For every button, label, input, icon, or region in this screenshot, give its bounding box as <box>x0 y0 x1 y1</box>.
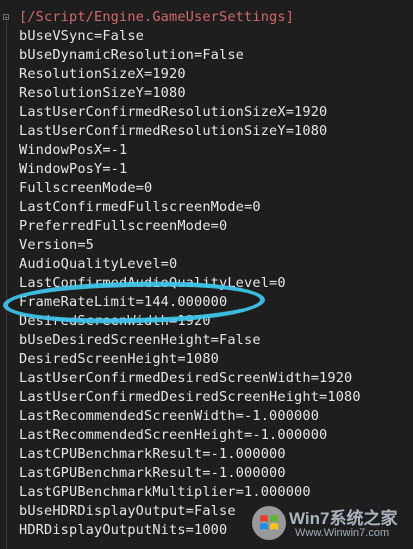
code-line: LastCPUBenchmarkResult=-1.000000 <box>19 446 286 463</box>
section-header: [/Script/Engine.GameUserSettings] <box>19 9 295 25</box>
code-line: FullscreenMode=0 <box>19 180 153 197</box>
code-line: LastConfirmedAudioQualityLevel=0 <box>19 275 286 292</box>
ini-editor: [/Script/Engine.GameUserSettings] bUseVS… <box>0 0 413 549</box>
code-line: bUseDesiredScreenHeight=False <box>19 332 261 349</box>
code-line: LastUserConfirmedDesiredScreenHeight=108… <box>19 389 361 406</box>
collapse-icon[interactable] <box>3 14 9 20</box>
code-line: bUseDynamicResolution=False <box>19 47 245 64</box>
code-line: ResolutionSizeX=1920 <box>19 66 186 83</box>
code-line: LastGPUBenchmarkResult=-1.000000 <box>19 465 286 482</box>
code-line: LastRecommendedScreenHeight=-1.000000 <box>19 427 328 444</box>
code-line: AudioQualityLevel=0 <box>19 256 178 273</box>
code-line: LastConfirmedFullscreenMode=0 <box>19 199 261 216</box>
code-line-highlighted: FrameRateLimit=144.000000 <box>19 294 228 311</box>
code-line: PreferredFullscreenMode=0 <box>19 218 228 235</box>
code-line: bUseVSync=False <box>19 28 145 45</box>
fold-gutter <box>0 0 14 549</box>
indent-guide <box>6 22 7 549</box>
code-line: LastGPUBenchmarkMultiplier=1.000000 <box>19 484 311 501</box>
code-line: LastUserConfirmedDesiredScreenWidth=1920 <box>19 370 353 387</box>
code-line: HDRDisplayOutputNits=1000 <box>19 522 228 539</box>
code-line: LastRecommendedScreenWidth=-1.000000 <box>19 408 320 425</box>
code-lines[interactable]: [/Script/Engine.GameUserSettings] bUseVS… <box>19 8 361 540</box>
code-line: bUseHDRDisplayOutput=False <box>19 503 236 520</box>
code-line: DesiredScreenHeight=1080 <box>19 351 220 368</box>
code-line: WindowPosX=-1 <box>19 142 128 159</box>
code-line: Version=5 <box>19 237 95 254</box>
code-line: DesiredScreenWidth=1920 <box>19 313 211 330</box>
code-line: LastUserConfirmedResolutionSizeY=1080 <box>19 123 328 140</box>
code-line: WindowPosY=-1 <box>19 161 128 178</box>
code-line: LastUserConfirmedResolutionSizeX=1920 <box>19 104 328 121</box>
code-line: ResolutionSizeY=1080 <box>19 85 186 102</box>
